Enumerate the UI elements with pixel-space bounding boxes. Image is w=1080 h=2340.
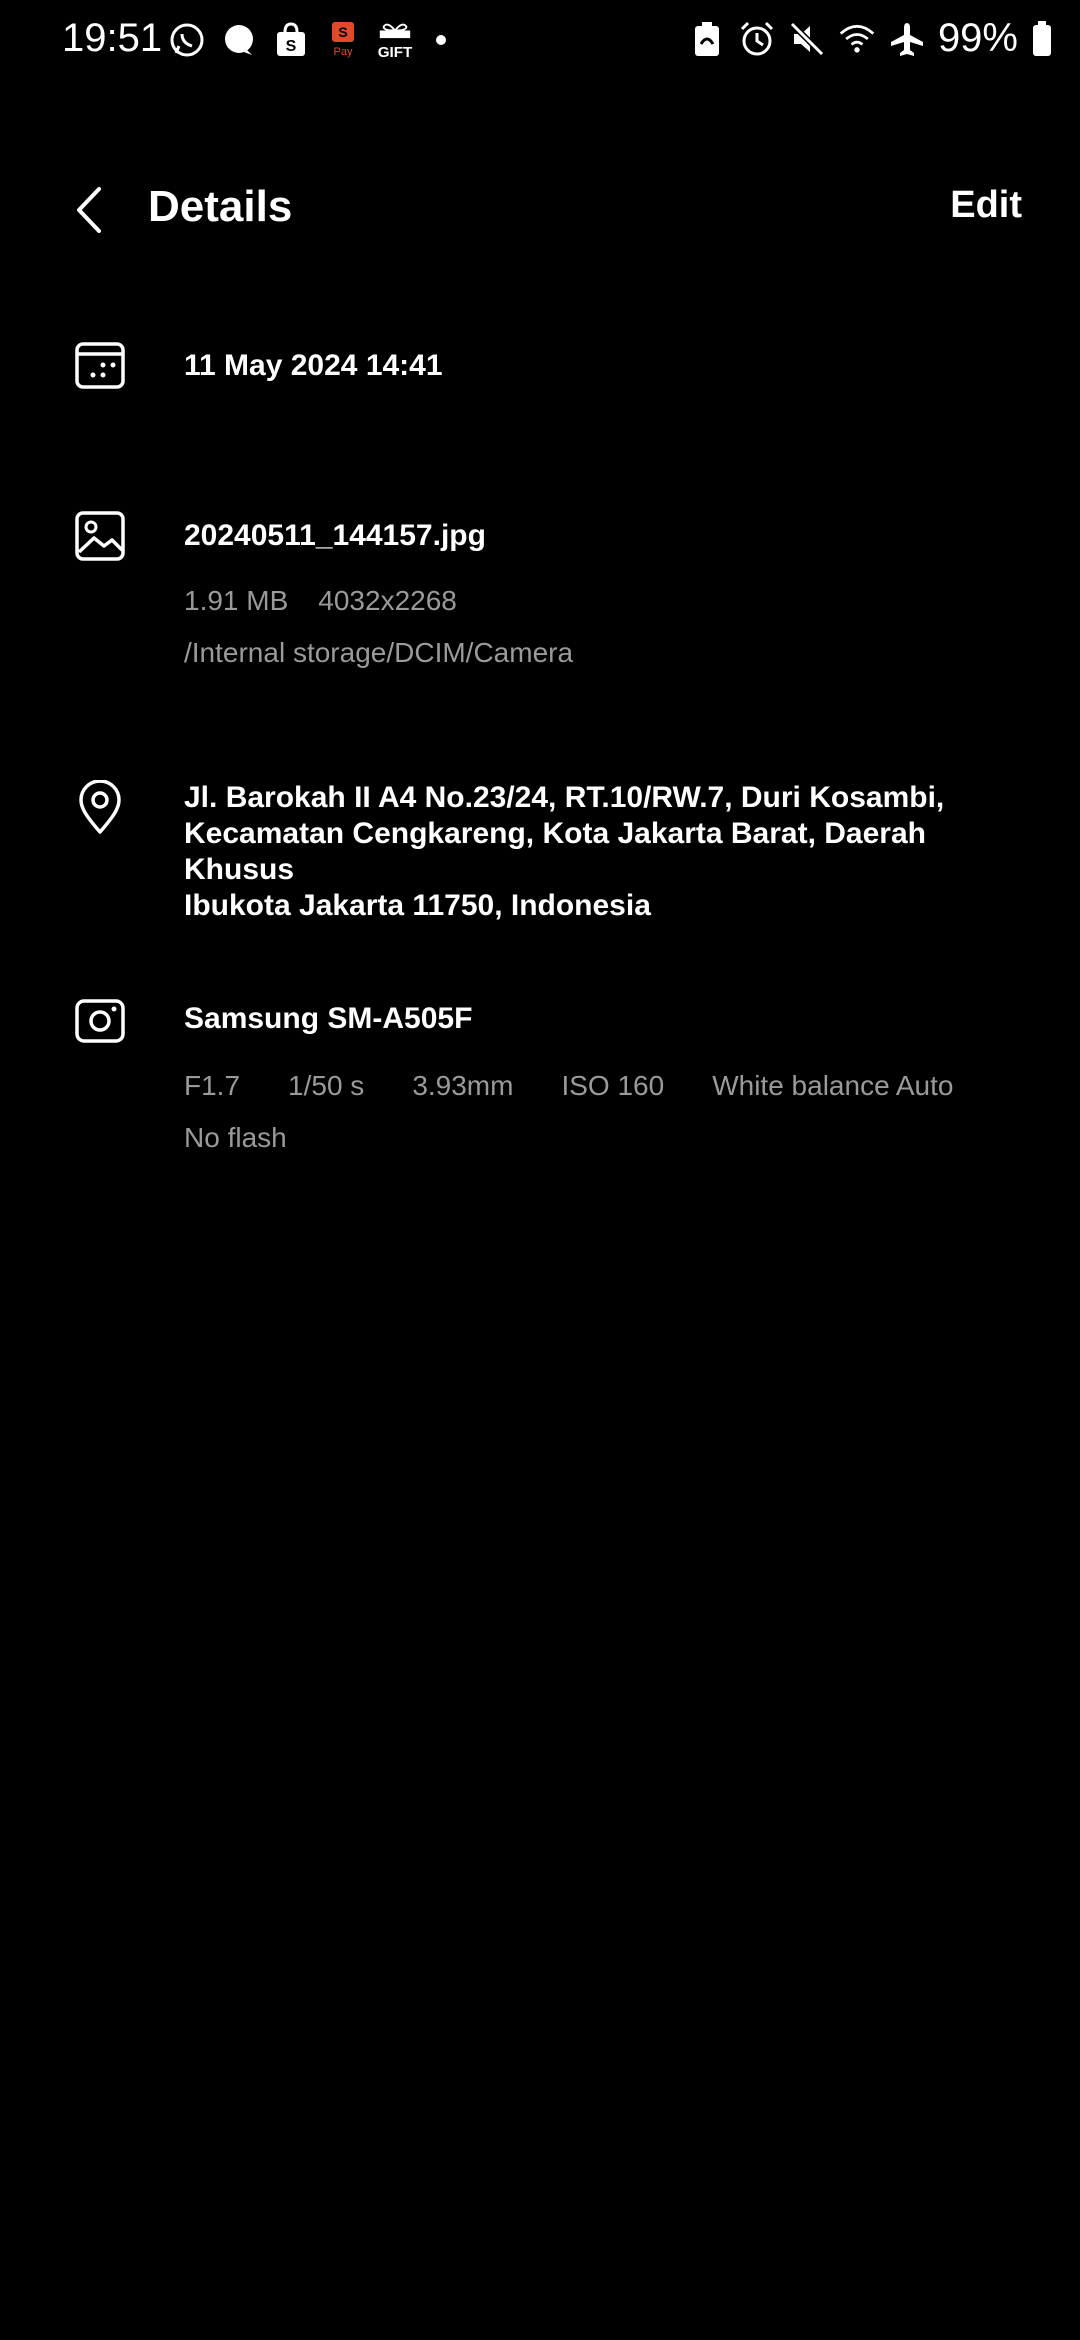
camera-icon <box>74 995 126 1047</box>
back-arrow-icon <box>77 187 101 233</box>
exif-row: F1.7 1/50 s 3.93mm ISO 160 White balance… <box>184 1069 1000 1103</box>
iso-value: ISO 160 <box>561 1070 665 1101</box>
svg-text:S: S <box>286 38 297 55</box>
file-resolution: 4032x2268 <box>318 585 457 616</box>
address-line-1: Jl. Barokah II A4 No.23/24, RT.10/RW.7, … <box>184 781 945 814</box>
file-section: 20240511_144157.jpg 1.91 MB 4032x2268 /I… <box>0 500 1080 680</box>
edit-button[interactable]: Edit <box>950 184 1022 227</box>
date-time-text: 11 May 2024 14:41 <box>184 349 443 382</box>
file-meta-row: 1.91 MB 4032x2268 <box>184 584 1000 618</box>
system-icons: 99% <box>688 16 1054 61</box>
image-icon <box>74 510 126 562</box>
file-size: 1.91 MB <box>184 585 289 616</box>
app-header: Details Edit <box>0 150 1080 270</box>
dot-icon <box>436 35 446 45</box>
alarm-icon <box>738 19 776 59</box>
flash-info: No flash <box>184 1122 287 1153</box>
gift-icon-label: GIFT <box>378 44 413 60</box>
location-pin-icon <box>74 779 126 834</box>
back-button[interactable] <box>58 180 118 240</box>
date-section: 11 May 2024 14:41 <box>0 330 1080 430</box>
shop-bag-icon: S <box>272 20 310 60</box>
airplane-icon <box>888 19 926 59</box>
address-line-3: Ibukota Jakarta 11750, Indonesia <box>184 889 651 922</box>
battery-percent: 99% <box>937 16 1018 60</box>
camera-model: Samsung SM-A505F <box>184 1002 473 1035</box>
notification-icons: S S Pay GIFT <box>168 20 446 60</box>
wifi-icon <box>838 19 876 59</box>
file-name: 20240511_144157.jpg <box>184 519 486 552</box>
whatsapp-icon <box>168 20 206 60</box>
status-time: 19:51 <box>62 16 163 60</box>
chat-bubble-icon <box>220 20 258 60</box>
page-title: Details <box>148 182 293 231</box>
address-line-2: Kecamatan Cengkareng, Kota Jakarta Barat… <box>184 817 926 886</box>
pay-icon-label: Pay <box>334 46 353 58</box>
battery-saver-icon <box>688 19 726 59</box>
battery-icon <box>1030 19 1054 59</box>
aperture-value: F1.7 <box>184 1070 241 1101</box>
pay-icon: S Pay <box>324 20 362 60</box>
location-section: Jl. Barokah II A4 No.23/24, RT.10/RW.7, … <box>0 770 1080 922</box>
focal-length: 3.93mm <box>412 1070 514 1101</box>
shutter-speed: 1/50 s <box>288 1070 365 1101</box>
gift-icon: GIFT <box>376 20 414 60</box>
svg-text:S: S <box>338 24 347 40</box>
status-bar: 19:51 S S Pay GIFT 99% <box>0 0 1080 86</box>
file-path: /Internal storage/DCIM/Camera <box>184 637 574 668</box>
white-balance: White balance Auto <box>712 1070 954 1101</box>
mute-icon <box>788 19 826 59</box>
calendar-icon <box>74 338 126 390</box>
camera-section: Samsung SM-A505F F1.7 1/50 s 3.93mm ISO … <box>0 985 1080 1165</box>
